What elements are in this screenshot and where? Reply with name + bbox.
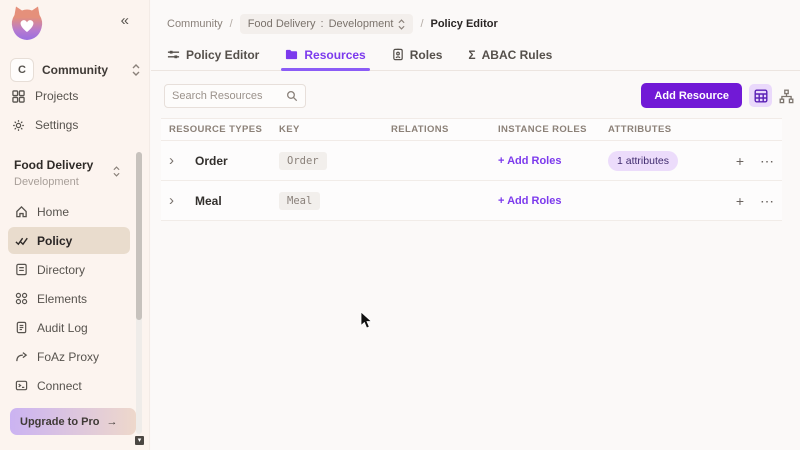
- row-actions: + ⋯: [708, 154, 774, 168]
- add-resource-button[interactable]: Add Resource: [641, 83, 742, 108]
- id-badge-icon: [392, 48, 404, 61]
- sliders-icon: [167, 48, 180, 61]
- sidebar-item-label: FoAz Proxy: [37, 350, 99, 364]
- sidebar-item-label: Audit Log: [37, 321, 88, 335]
- workspace-avatar: C: [10, 58, 34, 82]
- breadcrumb: Community / Food Delivery : Development …: [167, 14, 498, 34]
- row-actions: + ⋯: [708, 194, 774, 208]
- sidebar-item-foaz-proxy[interactable]: FoAz Proxy: [8, 343, 130, 370]
- breadcrumb-separator: /: [420, 18, 423, 30]
- settings-gear-icon: [12, 119, 25, 132]
- tab-label: Roles: [410, 48, 443, 62]
- sidebar-item-audit-log[interactable]: Audit Log: [8, 314, 130, 341]
- sidebar-item-label: Connect: [37, 379, 82, 393]
- project-selector[interactable]: Food Delivery Development: [14, 158, 136, 188]
- sidebar-nav: Home Policy Directory Elements Audit Log: [8, 198, 130, 399]
- sidebar-scrollbar-thumb[interactable]: [136, 152, 142, 320]
- sidebar-item-policy[interactable]: Policy: [8, 227, 130, 254]
- add-row-icon[interactable]: +: [736, 154, 744, 168]
- policy-icon: [15, 234, 28, 247]
- search-resources-input[interactable]: [172, 90, 286, 102]
- more-options-icon[interactable]: ⋯: [760, 154, 774, 168]
- sidebar-item-settings[interactable]: Settings: [12, 118, 78, 132]
- tab-roles[interactable]: Roles: [392, 41, 443, 70]
- column-header-key: KEY: [279, 124, 391, 135]
- workspace-selector[interactable]: C Community: [10, 58, 140, 82]
- foaz-proxy-icon: [15, 350, 28, 363]
- sidebar-collapse-button[interactable]: «: [121, 12, 127, 29]
- graph-view-toggle-button[interactable]: [776, 86, 796, 106]
- attributes-badge[interactable]: 1 attributes: [608, 151, 678, 171]
- expand-chevron-icon[interactable]: ›: [169, 193, 195, 208]
- resource-name[interactable]: Meal: [195, 194, 279, 208]
- sidebar-item-label: Directory: [37, 263, 85, 277]
- scroll-down-button[interactable]: ▾: [135, 436, 144, 445]
- table-row-meal: › Meal Meal + Add Roles + ⋯: [161, 181, 782, 221]
- tab-label: Policy Editor: [186, 48, 259, 62]
- column-header-instance-roles: INSTANCE ROLES: [498, 124, 608, 135]
- audit-log-icon: [15, 321, 28, 334]
- home-icon: [15, 205, 28, 218]
- sidebar-item-projects[interactable]: Projects: [12, 89, 78, 103]
- sidebar-item-directory[interactable]: Directory: [8, 256, 130, 283]
- search-resources-box: [164, 84, 306, 108]
- sidebar-item-connect[interactable]: Connect: [8, 372, 130, 399]
- sidebar-item-home[interactable]: Home: [8, 198, 130, 225]
- more-options-icon[interactable]: ⋯: [760, 194, 774, 208]
- sidebar-item-label: Elements: [37, 292, 87, 306]
- project-environment: Development: [14, 176, 136, 188]
- add-roles-link[interactable]: + Add Roles: [498, 195, 608, 207]
- tab-abac-rules[interactable]: Σ ABAC Rules: [468, 41, 552, 70]
- column-header-relations: RELATIONS: [391, 124, 498, 135]
- breadcrumb-workspace[interactable]: Community: [167, 18, 223, 30]
- sidebar-scrollbar[interactable]: [136, 152, 142, 434]
- resource-key-badge: Meal: [279, 192, 320, 210]
- workspace-name: Community: [42, 63, 124, 77]
- connect-terminal-icon: [15, 379, 28, 392]
- breadcrumb-environment-selector[interactable]: Food Delivery : Development: [240, 14, 414, 34]
- sidebar-item-label: Settings: [35, 118, 78, 132]
- tab-resources[interactable]: Resources: [285, 41, 365, 70]
- resource-key-badge: Order: [279, 152, 327, 170]
- permit-logo-icon: [10, 5, 44, 41]
- projects-grid-icon: [12, 90, 25, 103]
- column-header-attributes: ATTRIBUTES: [608, 124, 708, 135]
- expand-chevron-icon[interactable]: ›: [169, 153, 195, 168]
- add-roles-link[interactable]: + Add Roles: [498, 155, 608, 167]
- chevron-updown-icon: [398, 19, 405, 30]
- search-icon: [286, 90, 298, 102]
- chevron-updown-icon: [132, 64, 140, 76]
- sidebar-item-label: Policy: [37, 234, 72, 248]
- folder-icon: [285, 48, 298, 61]
- sidebar-item-elements[interactable]: Elements: [8, 285, 130, 312]
- table-row-order: › Order Order + Add Roles 1 attributes +…: [161, 141, 782, 181]
- breadcrumb-env: Development: [329, 18, 394, 30]
- tab-label: ABAC Rules: [482, 48, 553, 62]
- tab-label: Resources: [304, 48, 365, 62]
- main-content: Community / Food Delivery : Development …: [151, 0, 800, 450]
- sigma-icon: Σ: [468, 48, 475, 62]
- chevron-updown-icon: [113, 166, 120, 177]
- tabs-bar: Policy Editor Resources Roles Σ ABAC Rul…: [151, 41, 800, 71]
- elements-icon: [15, 292, 28, 305]
- resources-table: RESOURCE TYPES KEY RELATIONS INSTANCE RO…: [161, 118, 782, 221]
- table-header-row: RESOURCE TYPES KEY RELATIONS INSTANCE RO…: [161, 118, 782, 141]
- sidebar: « C Community Projects Settings Food Del…: [0, 0, 150, 450]
- directory-icon: [15, 263, 28, 276]
- resource-name[interactable]: Order: [195, 154, 279, 168]
- upgrade-label: Upgrade to Pro: [20, 416, 99, 428]
- arrow-right-icon: →: [106, 416, 117, 428]
- breadcrumb-colon: :: [321, 18, 324, 30]
- upgrade-to-pro-button[interactable]: Upgrade to Pro →: [10, 408, 136, 435]
- breadcrumb-project: Food Delivery: [248, 18, 316, 30]
- breadcrumb-separator: /: [230, 18, 233, 30]
- tab-policy-editor[interactable]: Policy Editor: [167, 41, 259, 70]
- sidebar-item-label: Home: [37, 205, 69, 219]
- table-view-toggle-button[interactable]: [749, 84, 772, 107]
- add-row-icon[interactable]: +: [736, 194, 744, 208]
- sidebar-item-label: Projects: [35, 89, 78, 103]
- column-header-resource-types: RESOURCE TYPES: [169, 124, 279, 135]
- breadcrumb-page: Policy Editor: [431, 18, 498, 30]
